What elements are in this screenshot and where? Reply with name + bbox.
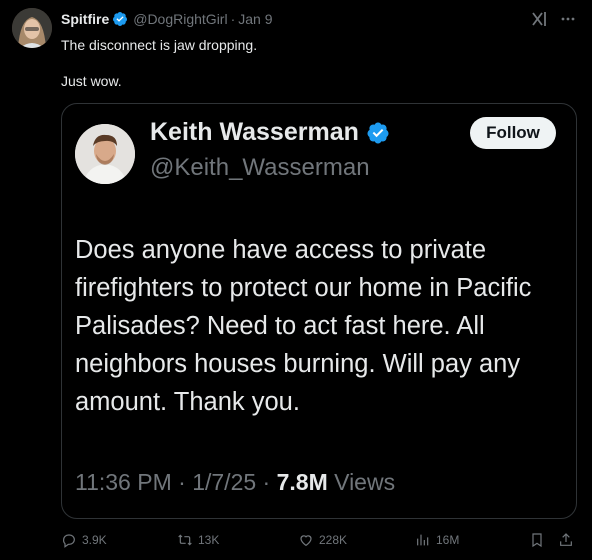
quoted-tweet-body: Does anyone have access to private firef… <box>75 236 532 416</box>
quoted-author-handle[interactable]: @Keith_Wasserman <box>150 154 370 182</box>
reply-count: 3.9K <box>82 533 107 547</box>
separator: · <box>262 469 271 495</box>
quoted-tweet-meta: 11:36 PM · 1/7/25 · 7.8M Views <box>75 469 395 496</box>
tweet-date[interactable]: Jan 9 <box>238 11 272 27</box>
retweet-icon <box>178 534 192 546</box>
bookmark-button[interactable] <box>529 532 545 548</box>
share-button[interactable] <box>558 532 574 548</box>
quoted-views-label: Views <box>334 469 396 495</box>
like-count: 228K <box>319 533 348 547</box>
quoted-tweet-time[interactable]: 11:36 PM <box>75 469 172 495</box>
quoted-tweet-card[interactable]: Keith Wasserman @Keith_Wasserman Follow … <box>61 103 577 519</box>
verified-badge-icon <box>113 12 128 26</box>
separator: · <box>230 11 236 27</box>
retweet-count: 13K <box>198 533 220 547</box>
views-count: 16M <box>436 533 460 547</box>
author-handle[interactable]: @DogRightGirl <box>133 11 227 27</box>
tweet-text: The disconnect is jaw dropping. Just wow… <box>61 35 257 91</box>
quoted-tweet-date[interactable]: 1/7/25 <box>192 469 256 495</box>
author-name[interactable]: Spitfire <box>61 11 109 27</box>
share-icon <box>560 533 572 546</box>
quoted-author-avatar[interactable] <box>75 124 135 184</box>
retweet-button[interactable]: 13K <box>177 532 219 548</box>
tweet-text-line: The disconnect is jaw dropping. <box>61 37 258 53</box>
quoted-views-count: 7.8M <box>276 469 328 495</box>
follow-button[interactable]: Follow <box>470 117 556 149</box>
more-icon[interactable] <box>560 11 576 32</box>
views-button[interactable]: 16M <box>415 532 459 548</box>
tweet-header: Spitfire @DogRightGirl · Jan 9 <box>61 11 273 27</box>
like-button[interactable]: 228K <box>298 532 347 548</box>
bookmark-icon <box>532 533 542 548</box>
separator: · <box>178 469 186 495</box>
top-right-icons <box>530 10 576 33</box>
grok-icon[interactable] <box>530 10 548 33</box>
reply-button[interactable]: 3.9K <box>61 532 107 548</box>
quoted-author-name-row[interactable]: Keith Wasserman <box>150 118 395 147</box>
quoted-author-name[interactable]: Keith Wasserman <box>150 118 359 147</box>
heart-icon <box>300 535 312 547</box>
author-avatar[interactable] <box>12 8 52 48</box>
reply-icon <box>63 534 75 548</box>
tweet-text-line: Just wow. <box>61 73 122 89</box>
tweet-action-bar: 3.9K 13K 228K 16M <box>61 530 577 550</box>
verified-badge-icon <box>367 122 389 143</box>
views-icon <box>417 534 429 546</box>
